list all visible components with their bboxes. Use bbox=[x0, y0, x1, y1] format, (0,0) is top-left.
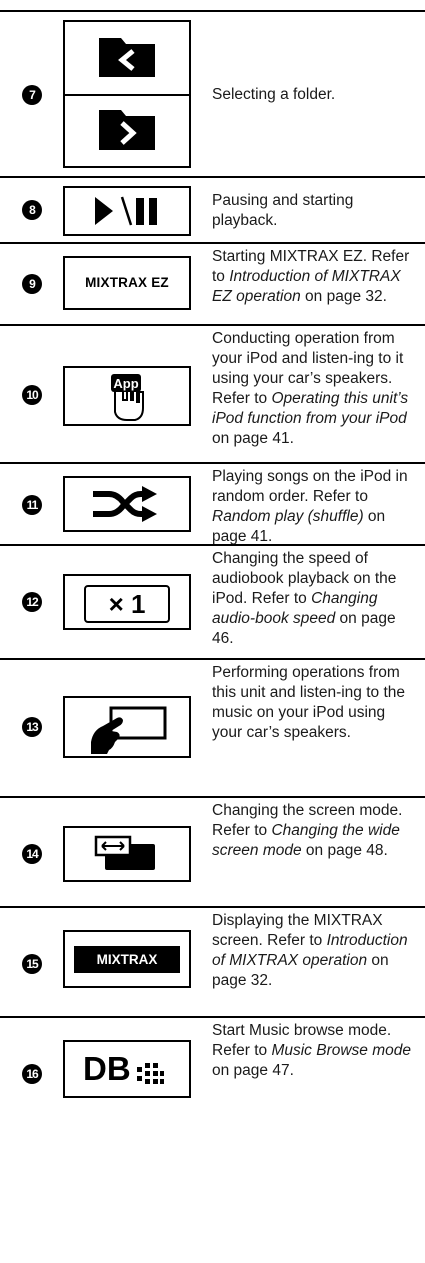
row-number-badge: 12 bbox=[22, 592, 42, 612]
table-row: 11 Playing songs on the iPod in random o… bbox=[0, 462, 425, 545]
mixtrax-ez-button[interactable]: MIXTRAX EZ bbox=[63, 256, 191, 310]
svg-text:App: App bbox=[113, 376, 138, 391]
row-number-badge: 14 bbox=[22, 844, 42, 864]
audiobook-speed-icon: × 1 bbox=[84, 585, 170, 623]
row-description: Playing songs on the iPod in random orde… bbox=[212, 468, 408, 545]
row-description: Displaying the MIXTRAX screen. Refer to … bbox=[212, 912, 408, 989]
table-row: 15 MIXTRAX Displaying the MIXTRAX screen… bbox=[0, 906, 425, 1016]
play-pause-button[interactable] bbox=[63, 186, 191, 236]
row-number-badge: 11 bbox=[22, 495, 42, 515]
page-reference: Refer to Changing the wide screen mode o… bbox=[212, 822, 400, 859]
mixtrax-icon: MIXTRAX bbox=[74, 946, 180, 973]
row-number-badge: 9 bbox=[22, 274, 42, 294]
row-number-badge: 7 bbox=[22, 85, 42, 105]
row-description: Starting MIXTRAX EZ. Refer to Introducti… bbox=[212, 248, 410, 305]
table-row: 8 Pausing and starting playback. bbox=[0, 176, 425, 242]
row-description: Performing operations from this unit and… bbox=[212, 664, 406, 741]
play-pause-icon bbox=[95, 196, 157, 226]
table-row: 7 Selecting a folder. bbox=[0, 10, 425, 176]
shuffle-icon bbox=[93, 486, 157, 522]
shuffle-button[interactable] bbox=[63, 476, 191, 532]
control-mode-hand-icon bbox=[91, 706, 167, 754]
wide-screen-mode-icon bbox=[94, 835, 155, 870]
music-browse-button[interactable]: DB bbox=[63, 1040, 191, 1098]
page-reference: Refer to Music Browse mode on page 47. bbox=[212, 1042, 411, 1079]
row-number-badge: 10 bbox=[22, 385, 42, 405]
row-description: Selecting a folder. bbox=[212, 86, 336, 103]
folder-left-icon bbox=[99, 38, 155, 77]
row-description: Start Music browse mode. Refer to Music … bbox=[212, 1022, 411, 1079]
table-row: 13 Performing operations from this unit … bbox=[0, 658, 425, 796]
row-description: Conducting operation from your iPod and … bbox=[212, 330, 409, 447]
row-number-badge: 16 bbox=[22, 1064, 42, 1084]
row-description: Changing the screen mode. Refer to Chang… bbox=[212, 802, 403, 859]
next-folder-button[interactable] bbox=[65, 96, 189, 166]
screen-mode-button[interactable] bbox=[63, 826, 191, 882]
row-description: Changing the speed of audiobook playback… bbox=[212, 550, 397, 647]
mixtrax-button[interactable]: MIXTRAX bbox=[63, 930, 191, 988]
reference-link: Random play (shuffle) bbox=[212, 508, 364, 525]
row-number-badge: 15 bbox=[22, 954, 42, 974]
audiobook-speed-button[interactable]: × 1 bbox=[63, 574, 191, 630]
page-reference: Refer to Operating this unit’s iPod func… bbox=[212, 390, 409, 447]
row-description: Pausing and starting playback. bbox=[212, 192, 354, 229]
table-row: 12 × 1 Changing the speed of audiobook p… bbox=[0, 544, 425, 658]
folder-right-icon bbox=[99, 110, 155, 150]
grid-dots-icon bbox=[137, 1063, 165, 1084]
row-number-badge: 8 bbox=[22, 200, 42, 220]
reference-link: Music Browse mode bbox=[271, 1042, 411, 1059]
folder-buttons-box bbox=[63, 20, 191, 168]
row-number-badge: 13 bbox=[22, 717, 42, 737]
table-row: 9 MIXTRAX EZ Starting MIXTRAX EZ. Refer … bbox=[0, 242, 425, 324]
previous-folder-button[interactable] bbox=[65, 22, 189, 96]
table-row: 14 Changing the screen mode. Refer to Ch… bbox=[0, 796, 425, 906]
table-row: 16 DB Start Music browse mode. Refer to … bbox=[0, 1016, 425, 1116]
control-mode-button[interactable] bbox=[63, 696, 191, 758]
table-row: 10 App Conducting operation from your iP… bbox=[0, 324, 425, 462]
music-browse-db-icon: DB bbox=[83, 1049, 165, 1089]
app-mode-button[interactable]: App bbox=[63, 366, 191, 426]
mixtrax-ez-icon: MIXTRAX EZ bbox=[85, 275, 169, 290]
app-mode-hand-icon: App bbox=[111, 374, 144, 421]
